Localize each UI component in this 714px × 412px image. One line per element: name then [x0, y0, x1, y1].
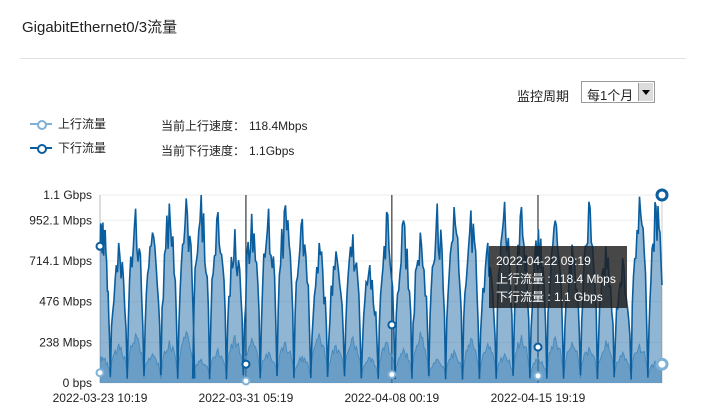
upload-point-marker [387, 369, 397, 379]
x-tick-label: 2022-03-31 05:19 [199, 391, 294, 405]
y-tick-label: 952.1 Mbps [29, 213, 92, 227]
chart-tooltip: 2022-04-22 09:19 上行流量 : 118.4 Mbps 下行流量 … [489, 246, 627, 308]
download-point-marker [95, 241, 105, 251]
upload-point-marker [533, 371, 543, 381]
y-tick-label: 476 Mbps [39, 295, 92, 309]
tooltip-time: 2022-04-22 09:19 [496, 254, 591, 268]
x-tick-label: 2022-04-08 00:19 [344, 391, 439, 405]
download-point-marker [241, 359, 251, 369]
download-point-marker [655, 188, 669, 202]
upload-point-marker [655, 357, 669, 371]
y-tick-label: 0 bps [63, 376, 92, 390]
y-tick-label: 238 Mbps [39, 335, 92, 349]
upload-point-marker [241, 376, 251, 386]
x-tick-label: 2022-04-15 19:19 [491, 391, 586, 405]
y-tick-label: 1.1 Gbps [43, 188, 92, 202]
x-tick-label: 2022-03-23 10:19 [53, 391, 148, 405]
tooltip-upload: 上行流量 : 118.4 Mbps [496, 272, 616, 286]
traffic-chart[interactable]: 1.1 Gbps 952.1 Mbps 714.1 Mbps 476 Mbps 238 … [0, 0, 714, 412]
tooltip-download: 下行流量 : 1.1 Gbps [496, 290, 603, 304]
download-point-marker [387, 320, 397, 330]
download-point-marker [533, 342, 543, 352]
upload-point-marker [95, 368, 105, 378]
y-tick-label: 714.1 Mbps [29, 254, 92, 268]
